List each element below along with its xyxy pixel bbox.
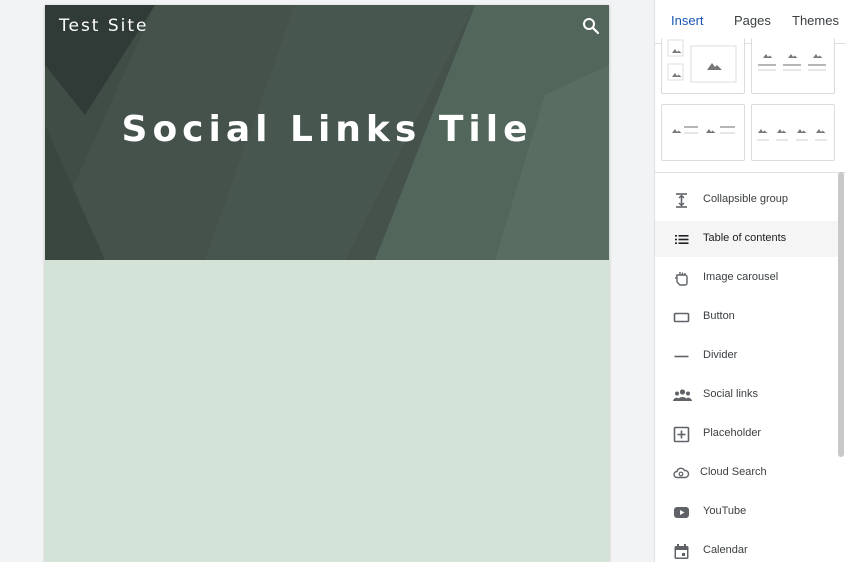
collapsible-group-icon xyxy=(673,192,690,209)
panel-scrollbar[interactable] xyxy=(838,172,844,457)
section-divider xyxy=(655,172,846,173)
layout-thumbnail-4[interactable] xyxy=(751,104,835,161)
insert-button[interactable]: Button xyxy=(655,299,839,335)
page-title[interactable]: Social Links Tile xyxy=(45,109,609,150)
youtube-icon xyxy=(673,504,690,521)
item-label: Table of contents xyxy=(703,232,787,244)
table-of-contents-icon xyxy=(673,231,690,248)
item-label: Image carousel xyxy=(703,271,779,283)
divider-icon xyxy=(673,348,690,365)
tab-pages[interactable]: Pages xyxy=(734,13,771,28)
item-label: Cloud Search xyxy=(700,466,767,478)
tab-themes[interactable]: Themes xyxy=(792,13,839,28)
cloud-search-icon xyxy=(673,465,690,482)
layout-thumbnail-1[interactable] xyxy=(661,38,745,94)
placeholder-icon xyxy=(673,426,690,443)
insert-image-carousel[interactable]: Image carousel xyxy=(655,260,839,296)
calendar-icon xyxy=(673,543,690,560)
tab-insert[interactable]: Insert xyxy=(671,13,704,28)
social-links-icon xyxy=(673,387,692,404)
insert-calendar[interactable]: Calendar xyxy=(655,533,839,562)
insert-divider[interactable]: Divider xyxy=(655,338,839,374)
insert-cloud-search[interactable]: Cloud Search xyxy=(655,455,839,491)
search-icon[interactable] xyxy=(581,16,601,36)
item-label: Placeholder xyxy=(703,427,762,439)
item-label: Button xyxy=(703,310,735,322)
insert-youtube[interactable]: YouTube xyxy=(655,494,839,530)
header-banner[interactable]: Test Site Social Links Tile xyxy=(45,5,609,260)
page-canvas: Test Site Social Links Tile xyxy=(45,5,609,562)
insert-collapsible-group[interactable]: Collapsible group xyxy=(655,182,839,218)
item-label: Calendar xyxy=(703,544,748,556)
insert-table-of-contents[interactable]: Table of contents xyxy=(655,221,839,257)
item-label: YouTube xyxy=(703,505,747,517)
layout-thumbnail-3[interactable] xyxy=(661,104,745,161)
image-carousel-icon xyxy=(673,270,690,287)
item-label: Collapsible group xyxy=(703,193,788,205)
layout-thumbnail-2[interactable] xyxy=(751,38,835,94)
button-icon xyxy=(673,309,690,326)
site-title[interactable]: Test Site xyxy=(59,16,149,36)
insert-panel: Insert Pages Themes Collapsible group Ta… xyxy=(654,0,846,562)
insert-placeholder[interactable]: Placeholder xyxy=(655,416,839,452)
insert-social-links[interactable]: Social links xyxy=(655,377,839,413)
item-label: Social links xyxy=(703,388,759,400)
item-label: Divider xyxy=(703,349,738,361)
